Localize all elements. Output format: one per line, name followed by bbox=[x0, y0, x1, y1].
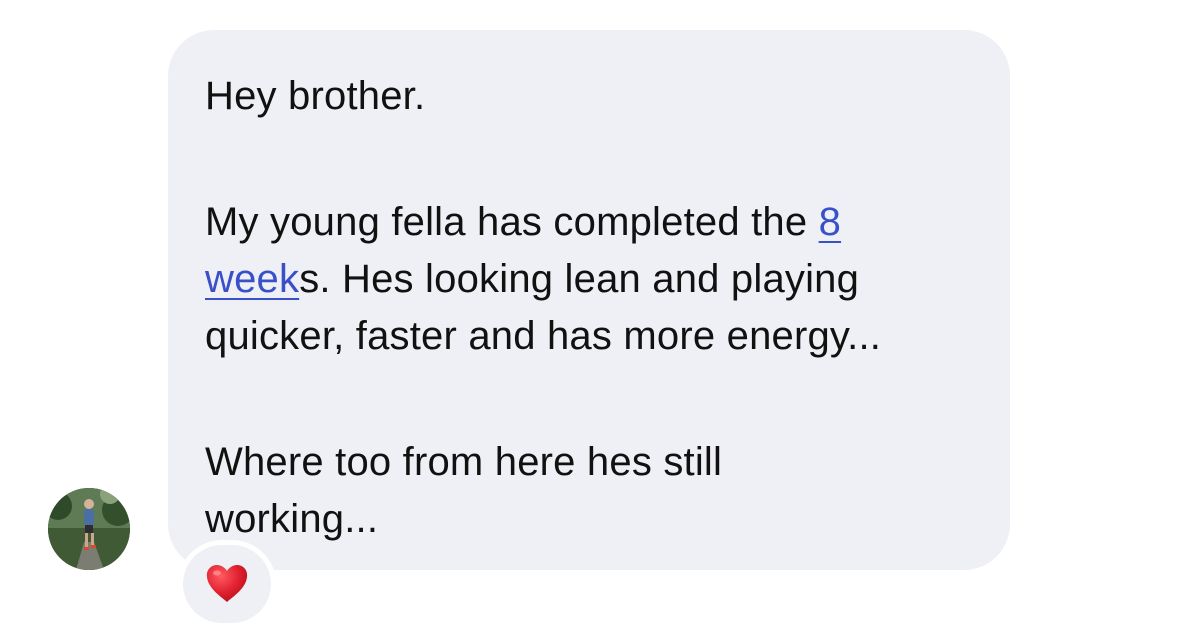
red-heart-icon bbox=[206, 565, 248, 602]
message-line: Where too from here hes still bbox=[205, 440, 723, 484]
reaction-pill bbox=[183, 545, 271, 623]
message-line: quicker, faster and has more energy... bbox=[205, 314, 882, 358]
message-text: s. Hes looking lean and playing bbox=[299, 257, 860, 301]
message-line: My young fella has completed the 8 bbox=[205, 194, 970, 251]
message-line: working... bbox=[205, 497, 379, 541]
runner-photo-icon bbox=[48, 488, 130, 570]
reaction-badge[interactable] bbox=[178, 540, 276, 628]
message-greeting: Hey brother. bbox=[205, 74, 426, 118]
program-link-continued[interactable]: week bbox=[205, 257, 299, 301]
program-link[interactable]: 8 bbox=[819, 200, 841, 244]
message-bubble[interactable]: Hey brother. My young fella has complete… bbox=[168, 30, 1010, 570]
sender-avatar[interactable] bbox=[48, 488, 130, 570]
message-text: My young fella has completed the bbox=[205, 200, 819, 244]
message-line: weeks. Hes looking lean and playing bbox=[205, 251, 970, 308]
